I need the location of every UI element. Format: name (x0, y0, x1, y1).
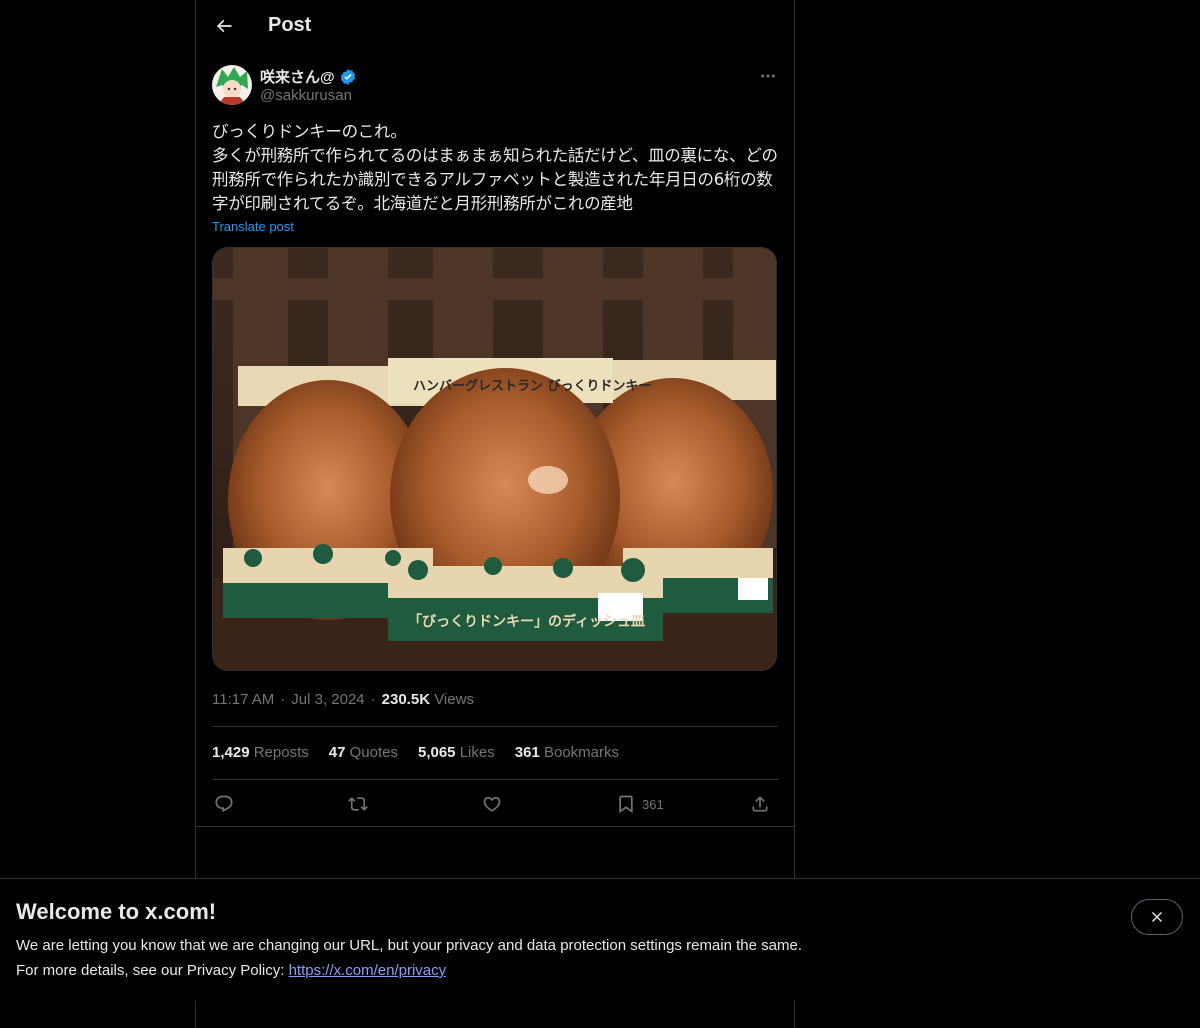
meta-separator: · (280, 691, 286, 708)
author-name-text: 咲来さん@ (260, 69, 335, 86)
divider (212, 726, 778, 727)
divider (212, 779, 778, 780)
post-meta: 11:17 AM · Jul 3, 2024 · 230.5K Views (212, 691, 474, 708)
stat-bookmarks[interactable]: 361 Bookmarks (515, 744, 619, 761)
repost-icon (348, 797, 368, 811)
banner-title: Welcome to x.com! (16, 899, 217, 924)
post-image[interactable]: ハンバーグレストラン びっくりドンキー 「びっくりドンキー」のディッシュ皿 (212, 247, 777, 671)
like-button[interactable] (482, 788, 502, 820)
post-column: Post 咲来さん@ @sakkurusan びっくりドンキーのこれ。 多くが刑… (195, 0, 795, 1028)
views-count: 230.5K (381, 691, 431, 708)
privacy-policy-link[interactable]: https://x.com/en/privacy (289, 962, 447, 979)
banner-privacy-line: For more details, see our Privacy Policy… (16, 962, 446, 979)
avatar[interactable] (212, 65, 252, 105)
more-icon (761, 74, 775, 78)
post-stats: 1,429 Reposts 47 Quotes 5,065 Likes 361 … (212, 744, 619, 761)
meta-separator: · (370, 691, 376, 708)
post-date[interactable]: Jul 3, 2024 (291, 691, 364, 708)
views-label: Views (434, 691, 474, 708)
welcome-banner: Welcome to x.com! We are letting you kno… (0, 878, 1200, 1001)
banner-message: We are letting you know that we are chan… (16, 937, 802, 954)
reply-icon (215, 795, 233, 813)
share-icon (752, 796, 768, 812)
post-text: びっくりドンキーのこれ。 多くが刑務所で作られてるのはまぁまぁ知られた話だけど、… (212, 122, 778, 213)
author-name[interactable]: 咲来さん@ (260, 66, 357, 87)
back-arrow-icon (216, 19, 232, 33)
close-banner-button[interactable] (1131, 899, 1183, 935)
top-bar: Post (196, 0, 794, 54)
page-title: Post (268, 14, 312, 36)
author-handle[interactable]: @sakkurusan (260, 87, 352, 104)
image-box-text: ハンバーグレストラン びっくりドンキー (413, 378, 652, 394)
bookmark-button[interactable]: 361 (616, 788, 664, 820)
stat-likes[interactable]: 5,065 Likes (418, 744, 495, 761)
bookmark-count: 361 (642, 796, 664, 812)
divider (196, 826, 794, 827)
repost-button[interactable] (348, 788, 368, 820)
stat-reposts[interactable]: 1,429 Reposts (212, 744, 309, 761)
post-time[interactable]: 11:17 AM (212, 691, 274, 708)
like-icon (483, 796, 501, 812)
banner-privacy-prefix: For more details, see our Privacy Policy… (16, 962, 289, 979)
bookmark-icon (619, 795, 633, 814)
back-button[interactable] (208, 10, 240, 42)
image-base-text: 「びっくりドンキー」のディッシュ皿 (408, 613, 645, 630)
close-icon (1152, 912, 1162, 922)
stat-quotes[interactable]: 47 Quotes (329, 744, 398, 761)
reply-button[interactable] (214, 788, 234, 820)
verified-badge-icon (339, 68, 357, 86)
translate-post-link[interactable]: Translate post (212, 219, 294, 234)
action-bar: 361 (212, 788, 778, 820)
share-button[interactable] (750, 788, 770, 820)
more-button[interactable] (756, 64, 780, 88)
